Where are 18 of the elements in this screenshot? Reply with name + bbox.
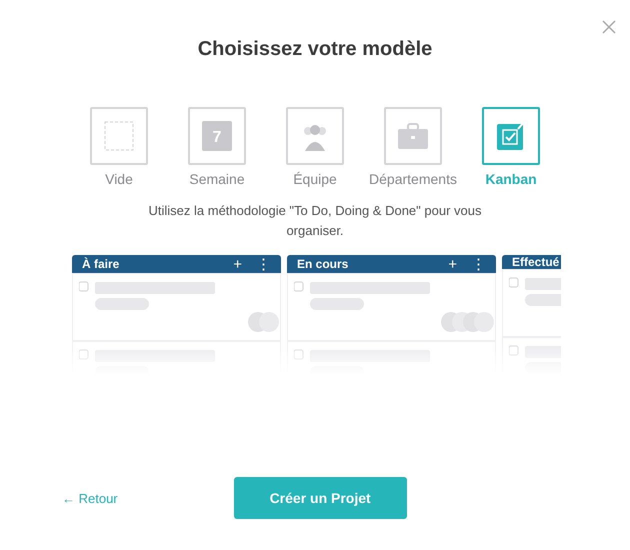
column-title: En cours bbox=[297, 257, 350, 271]
back-link[interactable]: ← Retour bbox=[62, 490, 118, 506]
more-button[interactable]: ⋮ bbox=[256, 255, 271, 273]
template-description: Utilisez la méthodologie "To Do, Doing & Done" pour vous organiser. bbox=[148, 202, 482, 240]
create-project-button[interactable]: Créer un Projet bbox=[234, 477, 407, 519]
column-title: Effectué bbox=[512, 255, 560, 269]
add-button[interactable]: + bbox=[448, 256, 457, 272]
template-option[interactable]: Équipe bbox=[272, 107, 358, 187]
add-button[interactable]: + bbox=[233, 256, 242, 272]
template-option[interactable]: Départements bbox=[370, 107, 456, 187]
column-title: À faire bbox=[82, 257, 120, 271]
template-option[interactable]: Vide bbox=[76, 107, 162, 187]
dialog-title: Choisissez votre modèle bbox=[198, 38, 432, 61]
more-button[interactable]: ⋮ bbox=[471, 255, 486, 273]
dashed-square-icon bbox=[104, 121, 134, 151]
checked-note-icon bbox=[496, 121, 526, 151]
template-option[interactable]: Kanban bbox=[468, 107, 554, 187]
briefcase-icon bbox=[397, 122, 429, 150]
